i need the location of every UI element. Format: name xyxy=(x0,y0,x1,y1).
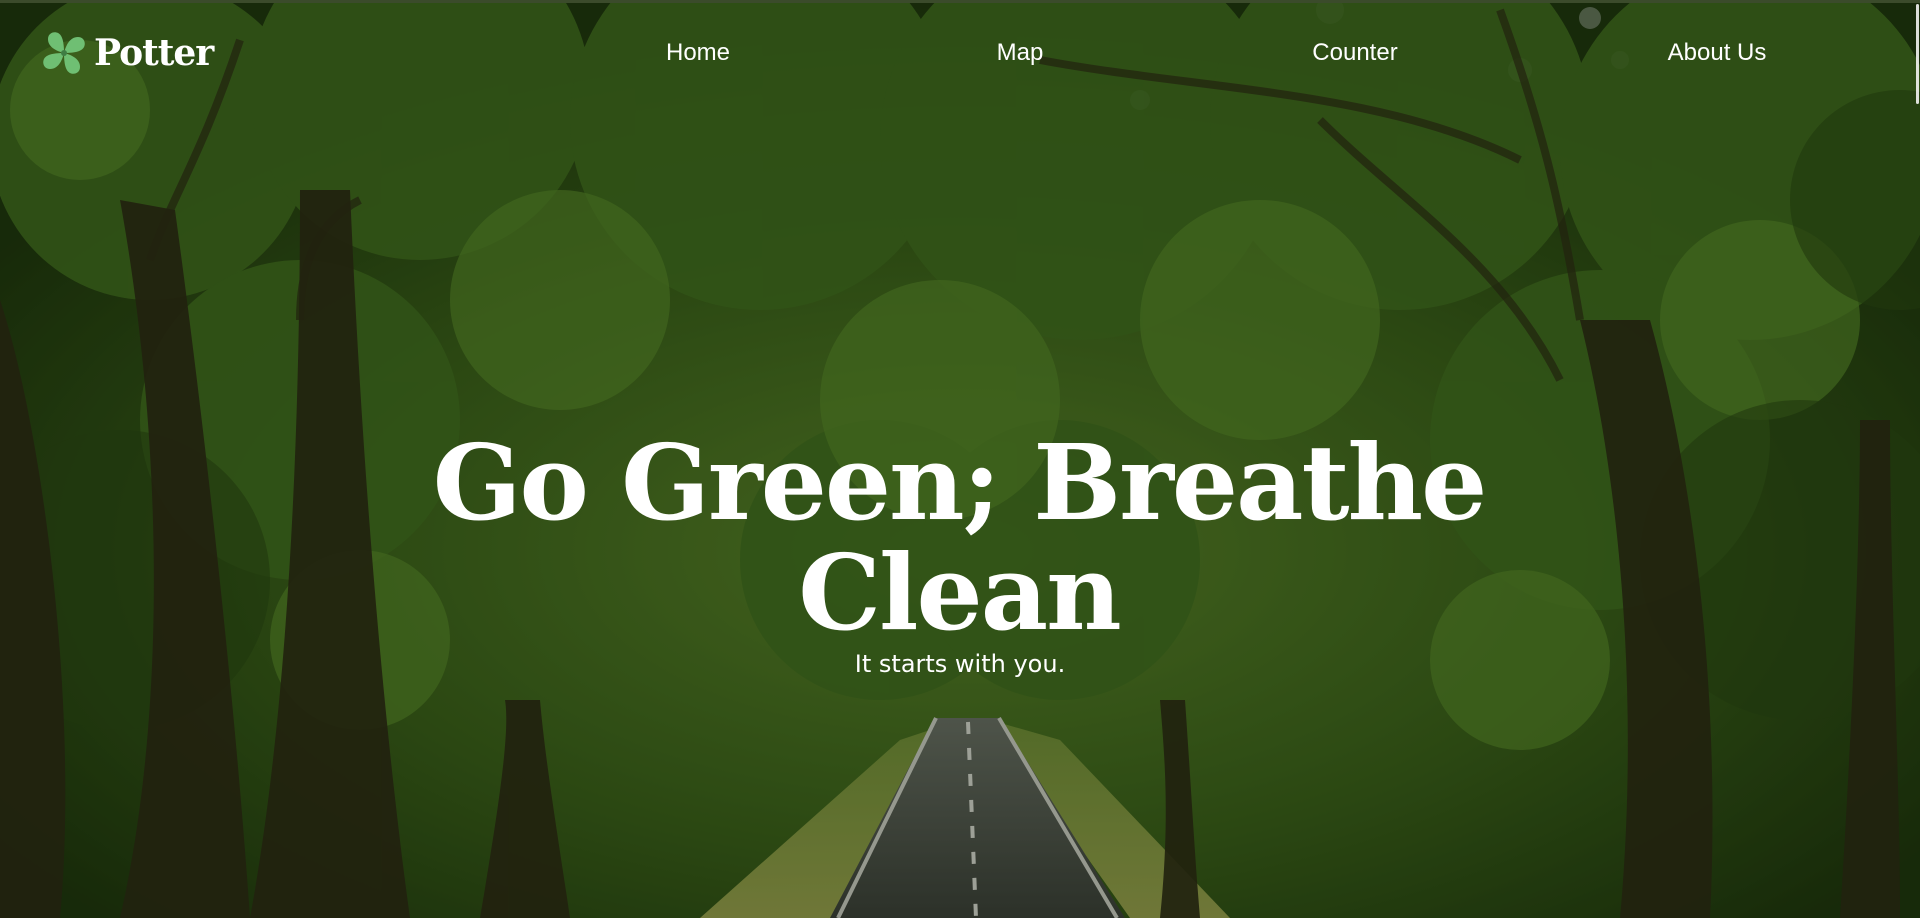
nav-link-map[interactable]: Map xyxy=(997,38,1044,68)
hero-headline: Go Green; Breathe Clean xyxy=(432,421,1488,654)
brand-name: Potter xyxy=(94,32,214,74)
page-scrollbar[interactable] xyxy=(1915,0,1920,918)
nav-link-about-us[interactable]: About Us xyxy=(1668,38,1767,68)
clover-leaf-icon xyxy=(43,32,85,74)
brand-logo-link[interactable]: Potter xyxy=(38,26,214,80)
nav-link-home[interactable]: Home xyxy=(666,38,730,68)
hero-section: Potter Home Map Counter About Us Go Gree… xyxy=(0,0,1920,918)
scrollbar-thumb[interactable] xyxy=(1916,4,1919,104)
navbar: Potter Home Map Counter About Us xyxy=(0,0,1920,106)
nav-link-counter[interactable]: Counter xyxy=(1312,38,1397,68)
hero-tagline: It starts with you. xyxy=(854,650,1066,678)
